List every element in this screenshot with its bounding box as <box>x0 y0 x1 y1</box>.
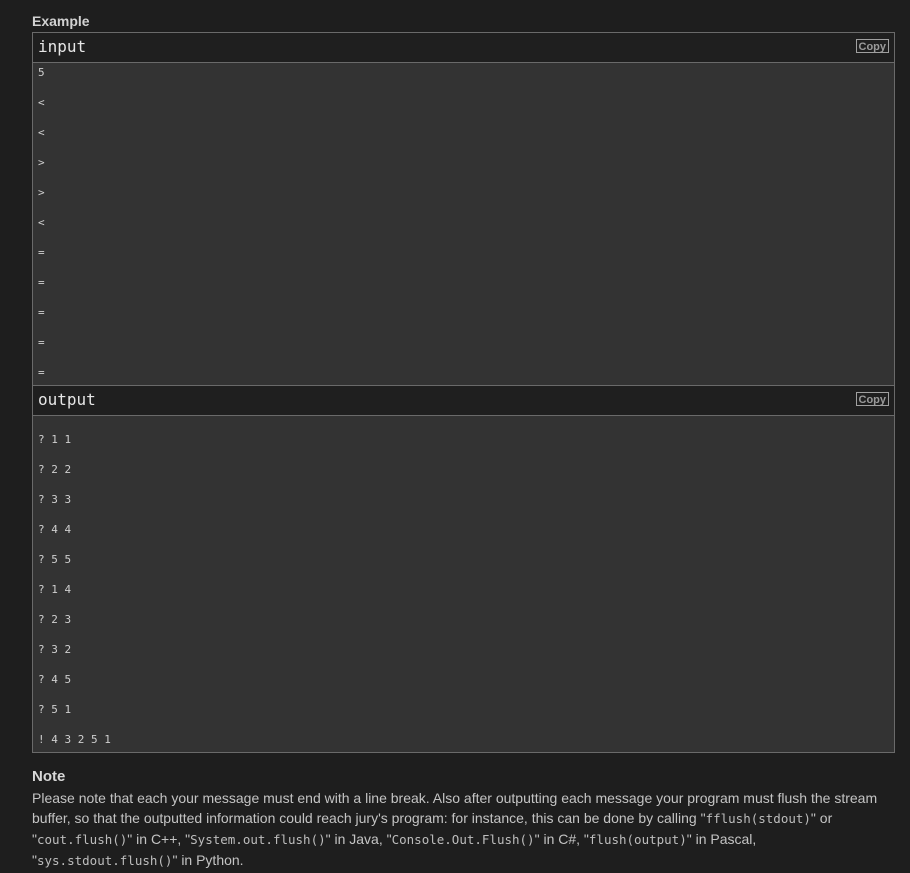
note-text-segment: " in Python. <box>172 852 244 868</box>
output-line: ? 1 4 <box>38 583 72 596</box>
input-line: 5 <box>38 66 45 79</box>
output-content[interactable]: ? 1 1 ? 2 2 ? 3 3 ? 4 4 ? 5 5 ? 1 4 ? 2 3 ? 3 2… <box>33 416 894 763</box>
input-title: input <box>38 37 87 56</box>
output-header: output Copy <box>33 386 894 416</box>
input-sample-box: input Copy 5 < < > > < = = = = = <box>32 32 895 386</box>
note-code: cout.flush() <box>36 832 128 847</box>
output-line: ? 1 1 <box>38 433 72 446</box>
note-heading: Note <box>32 768 66 785</box>
note-text-segment: " in Java, " <box>325 831 392 847</box>
output-line: ? 5 5 <box>38 553 72 566</box>
note-code: fflush(stdout) <box>705 811 811 826</box>
note-text: Please note that each your message must … <box>32 788 892 871</box>
output-copy-button[interactable]: Copy <box>855 392 889 406</box>
output-line: ! 4 3 2 5 1 <box>38 733 111 746</box>
input-header: input Copy <box>33 33 894 63</box>
output-sample-box: output Copy ? 1 1 ? 2 2 ? 3 3 ? 4 4 ? 5 5 ? 1… <box>32 385 895 753</box>
output-line: ? 2 3 <box>38 613 72 626</box>
output-line: ? 4 5 <box>38 673 72 686</box>
input-line: < <box>38 96 45 109</box>
output-line: ? 3 3 <box>38 493 72 506</box>
note-text-segment: " in C#, " <box>534 831 589 847</box>
output-line: ? 2 2 <box>38 463 72 476</box>
output-line: ? 5 1 <box>38 703 72 716</box>
input-line: = <box>38 306 45 319</box>
note-code: Console.Out.Flush() <box>391 832 535 847</box>
input-line: > <box>38 156 45 169</box>
output-line: ? 4 4 <box>38 523 72 536</box>
note-code: sys.stdout.flush() <box>36 853 173 868</box>
output-title: output <box>38 390 96 409</box>
output-line: ? 3 2 <box>38 643 72 656</box>
input-line: < <box>38 126 45 139</box>
input-line: = <box>38 336 45 349</box>
input-content[interactable]: 5 < < > > < = = = = = <box>33 63 894 396</box>
note-code: flush(output) <box>588 832 687 847</box>
input-line: = <box>38 246 45 259</box>
input-copy-button[interactable]: Copy <box>855 39 889 53</box>
input-line: = <box>38 276 45 289</box>
input-line: < <box>38 216 45 229</box>
example-heading: Example <box>32 13 90 29</box>
note-code: System.out.flush() <box>190 832 326 847</box>
note-text-segment: " in C++, " <box>127 831 191 847</box>
input-line: > <box>38 186 45 199</box>
